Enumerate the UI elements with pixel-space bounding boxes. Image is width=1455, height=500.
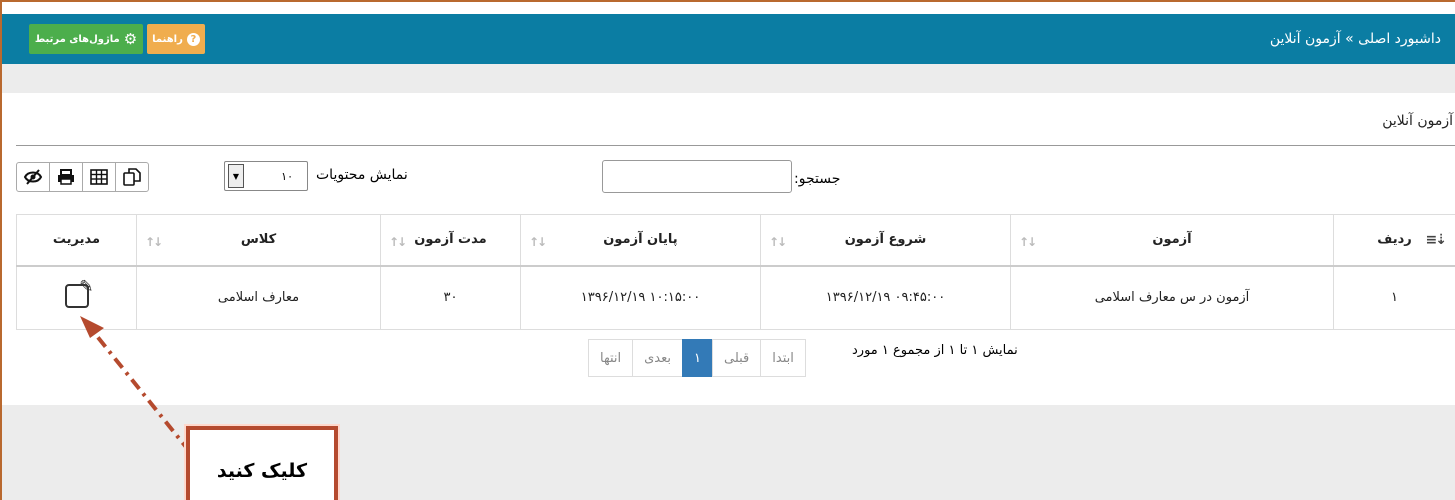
annotation-callout: کلیک کنید [186,426,338,500]
annotation-arrow [80,316,192,454]
callout-text: کلیک کنید [216,460,308,482]
